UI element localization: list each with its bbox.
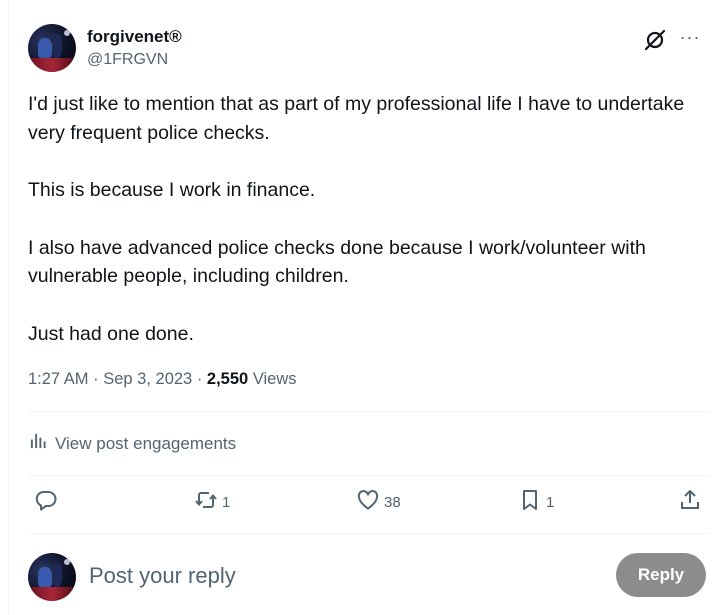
share-action[interactable] bbox=[678, 488, 702, 516]
grok-icon[interactable] bbox=[643, 28, 667, 52]
share-icon bbox=[678, 488, 702, 516]
divider bbox=[28, 411, 709, 412]
post-date[interactable]: Sep 3, 2023 bbox=[103, 370, 192, 388]
repost-icon bbox=[194, 488, 218, 516]
author-avatar[interactable] bbox=[28, 24, 76, 72]
repost-count: 1 bbox=[222, 493, 231, 511]
author-name-block: forgivenet® @1FRGVN bbox=[87, 26, 182, 71]
reply-composer: Post your reply Reply bbox=[28, 550, 708, 602]
author-handle[interactable]: @1FRGVN bbox=[87, 49, 182, 71]
like-icon bbox=[356, 488, 380, 516]
post-time[interactable]: 1:27 AM bbox=[28, 370, 89, 388]
post-paragraph: Just had one done. bbox=[28, 322, 194, 345]
like-action[interactable]: 38 bbox=[356, 488, 401, 516]
reply-button[interactable]: Reply bbox=[616, 553, 706, 597]
post-actions: 1 38 1 bbox=[28, 488, 708, 520]
timeline-border bbox=[8, 0, 9, 615]
divider bbox=[28, 475, 709, 476]
repost-action[interactable]: 1 bbox=[194, 488, 230, 516]
bookmark-action[interactable]: 1 bbox=[518, 488, 554, 516]
meta-separator: · bbox=[196, 370, 207, 388]
bookmark-count: 1 bbox=[546, 493, 555, 511]
post-meta: 1:27 AM · Sep 3, 2023 · 2,550 Views bbox=[28, 368, 297, 390]
user-avatar[interactable] bbox=[28, 553, 76, 601]
divider bbox=[28, 533, 709, 534]
reply-action[interactable] bbox=[34, 488, 62, 516]
author-display-name[interactable]: forgivenet® bbox=[87, 26, 182, 48]
reply-icon bbox=[34, 488, 58, 516]
view-engagements-link[interactable]: View post engagements bbox=[30, 432, 236, 455]
post-header: forgivenet® @1FRGVN ··· bbox=[28, 24, 711, 76]
more-icon[interactable]: ··· bbox=[677, 26, 703, 52]
views-label: Views bbox=[252, 370, 297, 388]
like-count: 38 bbox=[384, 493, 401, 511]
views-count: 2,550 bbox=[206, 370, 249, 388]
reply-input[interactable]: Post your reply bbox=[89, 562, 236, 590]
post-paragraph: I'd just like to mention that as part of… bbox=[28, 93, 685, 144]
bookmark-icon bbox=[518, 488, 542, 516]
post-paragraph: I also have advanced police checks done … bbox=[28, 236, 646, 288]
engagements-label: View post engagements bbox=[55, 433, 237, 453]
meta-separator: · bbox=[93, 370, 104, 388]
post-body: I'd just like to mention that as part of… bbox=[28, 90, 708, 377]
post-paragraph: This is because I work in finance. bbox=[28, 179, 316, 201]
analytics-icon bbox=[30, 432, 47, 455]
